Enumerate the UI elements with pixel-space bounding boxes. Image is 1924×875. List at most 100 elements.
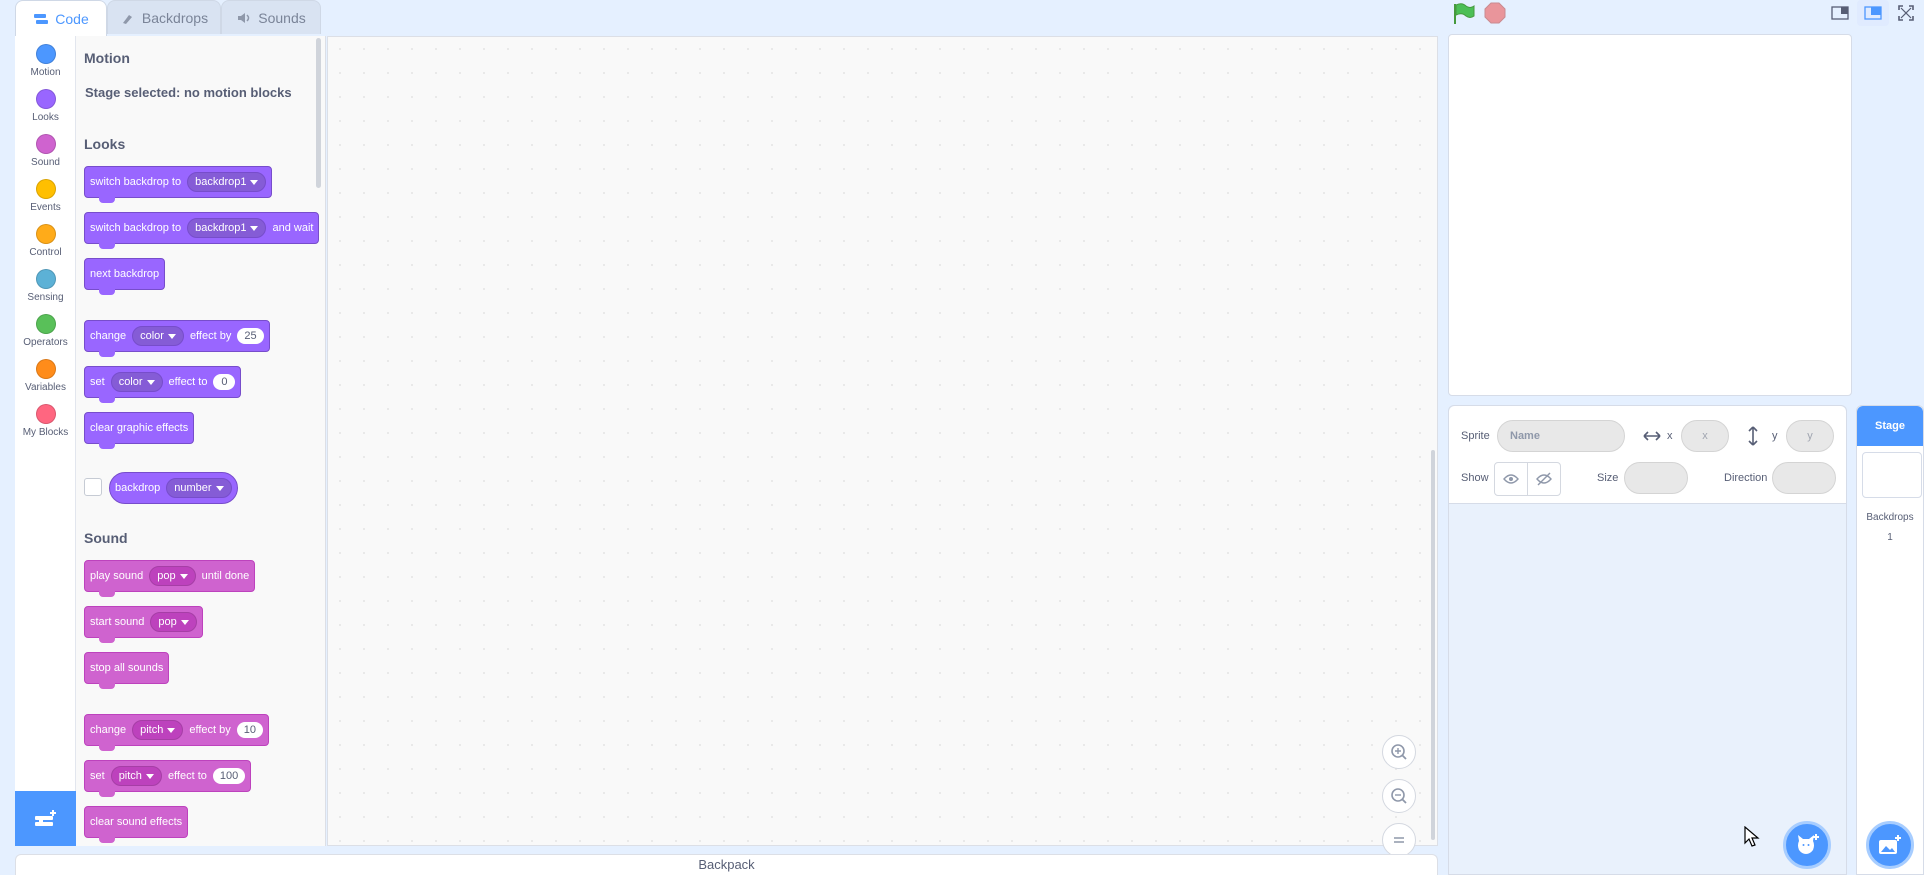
palette-scrollbar[interactable] [316,38,321,188]
small-stage-button[interactable] [1824,0,1856,26]
change-sound-effect-block[interactable]: change pitch effect by 10 [84,714,269,751]
category-looks[interactable]: Looks [15,85,76,130]
image-plus-icon [1879,835,1901,854]
code-icon [34,13,49,24]
green-flag-button[interactable] [1450,2,1476,26]
large-stage-button[interactable] [1857,0,1889,26]
zoom-reset-button[interactable] [1382,823,1416,857]
stop-button[interactable] [1484,2,1506,24]
effect-value-input[interactable]: 0 [213,374,236,390]
category-motion[interactable]: Motion [15,40,76,85]
sound-effect-value-input[interactable]: 100 [212,768,246,784]
stage-canvas[interactable] [1448,34,1852,396]
y-label: y [1772,430,1778,442]
motion-dot-icon [35,44,56,64]
effect-amount-input[interactable]: 25 [237,328,264,344]
brush-icon [122,14,132,24]
clear-graphic-effects-block[interactable]: clear graphic effects [84,412,195,449]
show-visible-button[interactable] [1494,462,1528,496]
stop-all-sounds-block[interactable]: stop all sounds [84,652,170,689]
green-flag-icon [1454,3,1475,24]
sensing-dot-icon [35,269,56,289]
events-dot-icon [35,179,56,199]
sound-effect-dropdown[interactable]: pitch [132,720,184,740]
tab-code[interactable]: Code [15,0,107,36]
x-input[interactable]: x [1681,420,1729,452]
sound-dropdown[interactable]: pop [149,566,196,586]
play-sound-until-done-block[interactable]: play sound pop until done [84,560,256,597]
chevron-down-icon [179,573,188,579]
direction-input[interactable] [1772,462,1836,494]
backdrop-monitor-checkbox[interactable] [84,478,102,496]
show-hidden-button[interactable] [1527,462,1561,496]
tab-backdrops-label: Backdrops [141,9,209,26]
show-label: Show [1461,472,1489,484]
clear-sound-effects-block[interactable]: clear sound effects [84,806,189,843]
workspace-scrollbar[interactable] [1431,450,1435,840]
eye-slash-icon [1536,472,1552,486]
y-input[interactable]: y [1786,420,1834,452]
category-operators[interactable]: Operators [15,310,76,355]
direction-label: Direction [1724,472,1768,484]
tab-backdrops[interactable]: Backdrops [107,0,221,34]
sound-effect-amount-input[interactable]: 10 [236,722,263,738]
sprite-label: Sprite [1461,430,1490,442]
category-menu: Motion Looks Sound Events Control Sensin… [15,36,76,846]
effect-dropdown[interactable]: color [110,372,163,392]
chevron-down-icon [167,727,176,733]
sprite-info-panel: Sprite Name x x y y Show Size Direction [1449,406,1846,504]
set-sound-effect-block[interactable]: set pitch effect to 100 [84,760,252,797]
speaker-icon [238,12,250,23]
block-palette: Motion Stage selected: no motion blocks … [76,36,326,846]
cat-plus-icon [1798,834,1819,854]
sound-dropdown[interactable]: pop [150,612,197,632]
category-my-blocks[interactable]: My Blocks [15,400,76,445]
x-label: x [1667,430,1673,442]
sprite-pane: Sprite Name x x y y Show Size Direction [1448,405,1847,875]
tab-sounds-label: Sounds [258,9,306,26]
switch-backdrop-block[interactable]: switch backdrop to backdrop1 [84,166,273,203]
zoom-out-icon [1391,788,1407,804]
chevron-down-icon [167,333,176,339]
chevron-down-icon [145,773,154,779]
fullscreen-button[interactable] [1890,0,1922,26]
category-sensing[interactable]: Sensing [15,265,76,310]
looks-heading: Looks [84,136,126,152]
operators-dot-icon [35,314,56,334]
category-control[interactable]: Control [15,220,76,265]
backdrop-dropdown[interactable]: backdrop1 [187,218,267,238]
motion-note: Stage selected: no motion blocks [85,85,292,100]
backpack-header[interactable]: Backpack [15,854,1438,875]
tab-code-label: Code [55,10,89,27]
next-backdrop-block[interactable]: next backdrop [84,258,166,295]
size-input[interactable] [1624,462,1688,494]
tab-sounds[interactable]: Sounds [221,0,321,34]
category-sound[interactable]: Sound [15,130,76,175]
change-effect-block[interactable]: change color effect by 25 [84,320,270,357]
stage-thumbnail[interactable] [1862,452,1922,498]
category-events[interactable]: Events [15,175,76,220]
backdrop-number-reporter[interactable]: backdrop number [109,472,238,504]
switch-backdrop-wait-block[interactable]: switch backdrop to backdrop1 and wait [84,212,320,249]
backdrop-dropdown[interactable]: backdrop1 [187,172,267,192]
sprite-name-input[interactable]: Name [1497,420,1625,452]
add-extension-icon [34,809,56,826]
category-variables[interactable]: Variables [15,355,76,400]
effect-dropdown[interactable]: color [132,326,184,346]
my-blocks-dot-icon [35,404,56,424]
sound-effect-dropdown[interactable]: pitch [110,766,162,786]
backdrop-property-dropdown[interactable]: number [166,478,232,498]
motion-heading: Motion [84,50,130,66]
zoom-out-button[interactable] [1382,779,1416,813]
choose-backdrop-button[interactable] [1866,821,1914,869]
set-effect-block[interactable]: set color effect to 0 [84,366,242,403]
stage-selector[interactable]: Stage Backdrops 1 [1856,405,1924,875]
eye-icon [1503,474,1519,484]
add-extension-button[interactable] [15,791,76,846]
code-workspace[interactable] [327,36,1438,857]
zoom-in-button[interactable] [1382,735,1416,769]
start-sound-block[interactable]: start sound pop [84,606,203,643]
variables-dot-icon [35,359,56,379]
choose-sprite-button[interactable] [1783,821,1831,869]
zoom-in-icon [1391,744,1407,760]
